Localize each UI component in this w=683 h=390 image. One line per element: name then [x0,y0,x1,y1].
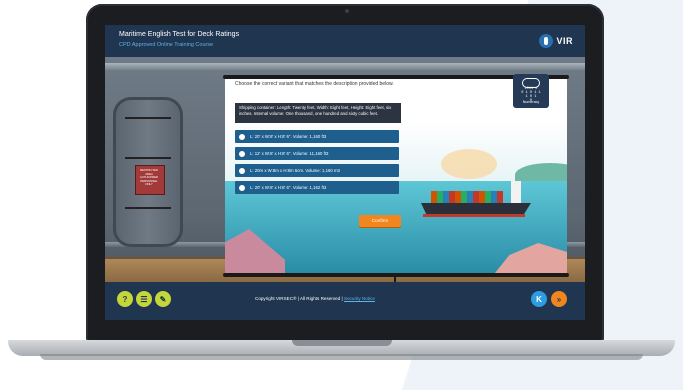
ceiling-pipe [105,63,585,70]
confirm-button[interactable]: Confirm [359,215,401,227]
previous-button[interactable]: K [531,291,547,307]
restricted-sign-text: RESTRICTED AREA AUTHORIZED PERSONNEL ONL… [139,168,159,186]
radio-icon[interactable] [239,167,245,174]
answer-option-label: L: 20m x W:8m x H:8m 6cm. Volume: 1,160 … [250,168,340,173]
laptop-screen: Maritime English Test for Deck Ratings C… [105,25,585,320]
course-subtitle: CPD Approved Online Training Course [119,42,214,48]
answer-option-4[interactable]: L: 20' x W:8' x H:8' 6". Volume: 1,162 f… [235,181,399,194]
logo-text: VIR [556,36,573,46]
ship-bridge [511,181,521,203]
answer-option-2[interactable]: L: 12' x W:8' x H:8' 6". Volume: 11,160 … [235,147,399,160]
door-latch [125,117,171,119]
copyright-text: Copyright VIRSEC® | All Rights Reserved … [255,296,375,301]
course-title: Maritime English Test for Deck Ratings [119,31,240,38]
security-notice-link[interactable]: Security Notice [344,296,375,301]
question-description: Shipping container: Length: Twenty feet,… [235,103,401,123]
numeracy-label: Numeracy [522,100,540,104]
app-header: Maritime English Test for Deck Ratings C… [105,25,585,57]
sun-glow [441,149,497,179]
door-latch [125,157,171,159]
help-button[interactable]: ? [117,291,133,307]
question-prompt: Choose the correct variant that matches … [235,81,394,87]
numeracy-badge: 1011 0 0 1 0 1 1 1 0 1 0 Numeracy [513,74,549,108]
menu-list-button[interactable]: ☰ [136,291,152,307]
watertight-door: RESTRICTED AREA AUTHORIZED PERSONNEL ONL… [113,97,183,247]
answer-option-label: L: 20' x W:8' x H:8' 6". Volume: 1,162 f… [250,185,327,190]
projector-screen-bottom-bar [223,273,569,277]
edit-pencil-button[interactable]: ✎ [155,291,171,307]
question-panel: Choose the correct variant that matches … [225,79,567,273]
answer-option-3[interactable]: L: 20m x W:8m x H:8m 6cm. Volume: 1,160 … [235,164,399,177]
laptop-notch [292,340,392,346]
ship-containers [431,191,503,203]
logo-mark-icon [539,34,554,48]
copyright-label: Copyright VIRSEC® | All Rights Reserved … [255,296,345,301]
ship-waterline [423,214,525,217]
answer-option-label: L: 12' x W:8' x H:8' 6". Volume: 11,160 … [250,151,329,156]
radio-icon[interactable] [239,184,245,191]
door-latch [125,207,171,209]
radio-icon[interactable] [239,150,245,157]
answer-option-label: L: 20' x W:8' x H:8' 6". Volume: 1,160 f… [250,134,327,139]
virsec-logo: VIR [539,34,573,48]
laptop-shadow [40,354,643,360]
radio-icon[interactable] [239,133,245,140]
next-button[interactable]: » [551,291,567,307]
answer-option-1[interactable]: L: 20' x W:8' x H:8' 6". Volume: 1,160 f… [235,130,399,143]
app-footer: ? ☰ ✎ Copyright VIRSEC® | All Rights Res… [105,282,585,320]
webcam [345,9,349,13]
